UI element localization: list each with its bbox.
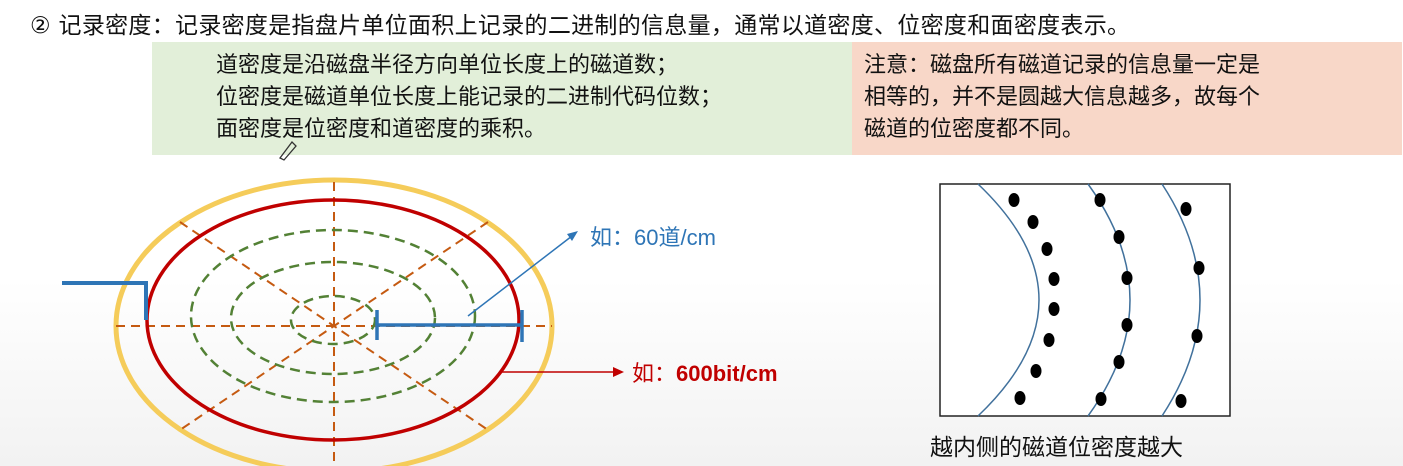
track-bits-frame bbox=[939, 183, 1231, 417]
bit-dot bbox=[1191, 329, 1203, 343]
bit-dot bbox=[1175, 394, 1187, 408]
bit-density-arrow bbox=[502, 367, 624, 377]
bit-dot bbox=[1027, 215, 1039, 229]
tracks-caption: 越内侧的磁道位密度越大 bbox=[930, 435, 1183, 461]
bit-dot bbox=[1113, 355, 1125, 369]
track-density-example: 如：60道/cm bbox=[590, 220, 716, 252]
bit-dot bbox=[1048, 272, 1060, 286]
bit-dot bbox=[1121, 271, 1133, 285]
bit-dot bbox=[1180, 202, 1192, 216]
bit-dot bbox=[1193, 261, 1205, 275]
bit-density-example: 如：600bit/cm bbox=[632, 356, 778, 388]
bit-dot bbox=[1030, 364, 1042, 378]
head-arm bbox=[62, 281, 148, 320]
radius-ruler bbox=[375, 310, 524, 342]
bit-dot bbox=[1041, 242, 1053, 256]
bit-example-value: 600bit/cm bbox=[676, 361, 778, 386]
bit-dot bbox=[1113, 230, 1125, 244]
bit-dot bbox=[1121, 318, 1133, 332]
track-density-arrow bbox=[467, 231, 578, 317]
bit-dot bbox=[1095, 392, 1107, 406]
bit-dot bbox=[1014, 391, 1026, 405]
disk-diagram bbox=[62, 177, 624, 466]
pen-cursor-icon bbox=[279, 141, 297, 161]
track-example-value: 60道/cm bbox=[634, 225, 716, 250]
bit-dot bbox=[1094, 193, 1106, 207]
bit-dot bbox=[1008, 193, 1020, 207]
inner-tracks bbox=[189, 228, 477, 404]
bit-dot bbox=[1043, 333, 1055, 347]
bit-example-prefix: 如： bbox=[632, 361, 677, 386]
bit-dot bbox=[1048, 302, 1060, 316]
track-bits-diagram bbox=[939, 183, 1231, 417]
track-example-prefix: 如： bbox=[590, 225, 635, 250]
